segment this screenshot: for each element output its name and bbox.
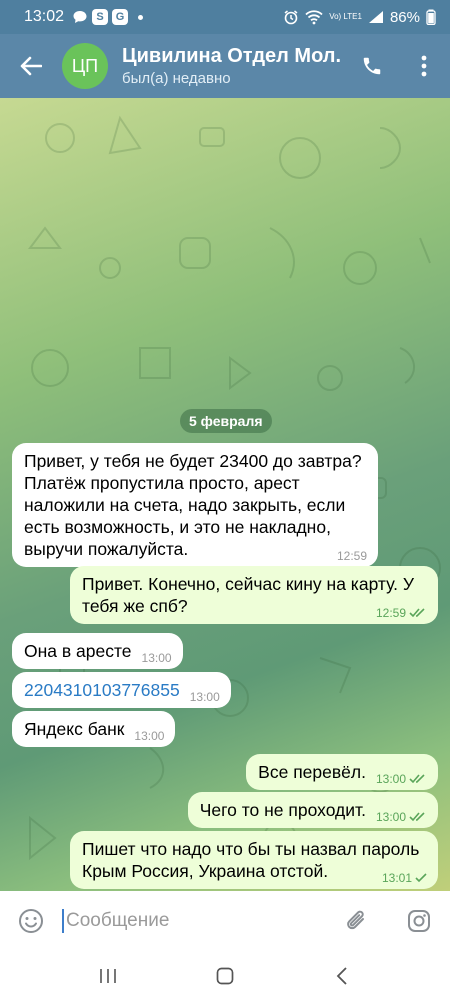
card-number-link[interactable]: 2204310103776855 [24,680,180,700]
back-button[interactable] [0,34,62,98]
message-bubble-outgoing[interactable]: Пишет что надо что бы ты назвал пароль К… [70,831,438,889]
message-meta: 13:00 [376,772,427,786]
system-navigation-bar [0,951,450,1000]
app-g-icon: G [112,9,129,25]
wifi-icon [305,10,323,25]
single-check-icon [415,873,427,883]
chat-last-seen: был(а) недавно [122,70,231,87]
chevron-left-icon [336,966,347,985]
recents-icon [100,968,117,983]
double-check-icon [409,812,425,822]
smiley-icon [19,909,43,933]
message-input-placeholder: Сообщение [66,910,170,931]
more-notifications-icon [138,14,144,20]
message-text: Она в аресте [24,641,132,661]
message-time: 13:00 [134,729,165,743]
message-text: Все перевёл. [258,762,366,782]
text-cursor [62,909,64,933]
status-time: 13:02 [24,8,65,25]
message-time: 13:00 [375,772,406,786]
double-check-icon [409,608,425,618]
message-bubble-outgoing[interactable]: Чего то не проходит. 13:00 [187,792,438,828]
chat-notification-icon [73,11,87,23]
message-text: Привет, у тебя не будет 23400 до завтра?… [24,451,367,559]
double-check-icon [409,774,425,784]
message-list[interactable]: 5 февраля Привет, у тебя не будет 23400 … [0,98,450,891]
call-button[interactable] [346,34,398,98]
contact-avatar[interactable]: ЦП [62,43,108,89]
message-time: 13:00 [141,651,172,665]
message-meta: 13:00 [142,651,172,665]
message-bubble-incoming[interactable]: 2204310103776855 13:00 [12,672,231,708]
alarm-icon [284,10,298,25]
message-bubble-incoming[interactable]: Яндекс банк 13:00 [12,711,176,747]
message-time: 13:00 [189,690,220,704]
chat-header: ЦП Цивилина Отдел Мол. П был(а) недавно [0,34,450,98]
message-bubble-incoming[interactable]: Она в аресте 13:00 [12,633,183,669]
message-text: Пишет что надо что бы ты назвал пароль К… [82,839,425,881]
chat-title-block[interactable]: Цивилина Отдел Мол. П был(а) недавно [122,45,346,87]
date-divider: 5 февраля [180,409,272,433]
message-text: Чего то не проходит. [199,800,366,820]
attach-button[interactable] [326,891,388,951]
more-vertical-icon [421,55,427,77]
network-type: Vo) LTE1 [329,12,362,21]
message-bubble-outgoing[interactable]: Все перевёл. 13:00 [246,754,438,790]
battery-percent: 86% [389,8,420,26]
camera-button[interactable] [388,891,450,951]
battery-icon [426,9,436,25]
message-time: 12:59 [336,549,367,563]
emoji-button[interactable] [0,891,62,951]
chat-title: Цивилина Отдел Мол. П [122,45,346,67]
message-meta: 12:59 [337,549,367,563]
recent-apps-button[interactable] [78,956,138,996]
signal-icon [368,11,383,23]
phone-icon [363,57,381,75]
message-composer: Сообщение [0,891,450,951]
home-icon [216,967,234,984]
arrow-back-icon [20,56,42,76]
message-meta: 13:00 [134,729,164,743]
status-bar: 13:02 S G Vo) LTE1 86% [0,0,450,34]
message-time: 13:01 [381,871,412,885]
home-button[interactable] [195,956,255,996]
message-meta: 13:00 [190,690,220,704]
message-bubble-incoming[interactable]: Привет, у тебя не будет 23400 до завтра?… [12,443,378,567]
message-meta: 12:59 [376,606,427,620]
message-meta: 13:00 [376,810,427,824]
app-s-icon: S [92,9,109,25]
instagram-camera-icon [408,910,430,932]
message-text: Привет. Конечно, сейчас кину на карту. У… [82,574,419,616]
message-bubble-outgoing[interactable]: Привет. Конечно, сейчас кину на карту. У… [70,566,438,624]
message-meta: 13:01 [382,871,427,885]
back-nav-button[interactable] [312,956,372,996]
paperclip-icon [347,910,364,930]
menu-button[interactable] [398,34,450,98]
message-text: Яндекс банк [24,719,125,739]
message-time: 13:00 [375,810,406,824]
message-input[interactable]: Сообщение [62,909,326,933]
message-time: 12:59 [375,606,406,620]
